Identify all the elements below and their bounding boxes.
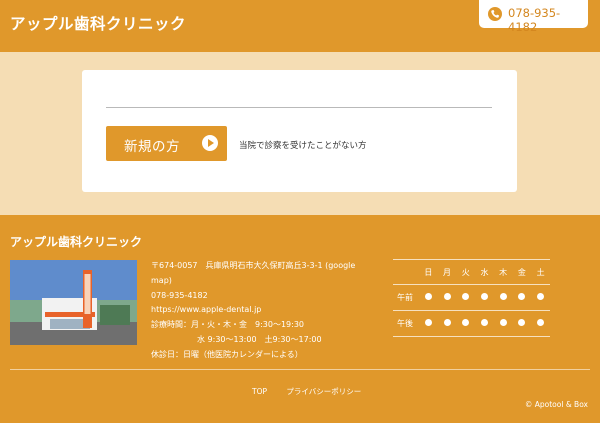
website-link[interactable]: https://www.apple-dental.jp [151,303,387,318]
site-footer: アップル歯科クリニック 〒674-0057 兵庫県明石市大久保町高丘3-3-1 … [0,215,600,423]
day-label: 土 [531,259,550,285]
booking-card: 新規の方 当院で診察を受けたことがない方 [82,70,517,192]
day-label: 日 [419,259,438,285]
open-dot [424,293,432,300]
new-patient-button[interactable]: 新規の方 [106,126,227,161]
open-dot [443,319,451,326]
open-dot [518,319,526,326]
hours-line-2: 水 9:30〜13:00 土9:30〜17:00 [197,334,322,344]
schedule-table: 日 月 火 水 木 金 土 午前 午後 [393,259,550,337]
row-label: 午前 [393,284,419,311]
phone-button[interactable]: 078-935-4182 [479,0,588,34]
site-header: アップル歯科クリニック 078-935-4182 [0,0,600,52]
schedule-row-morning: 午前 [393,284,550,311]
phone-number: 078-935-4182 [508,6,561,34]
address-map-link[interactable]: map) [151,274,387,289]
copyright: © Apotool & Box [524,400,588,409]
schedule-header-row: 日 月 火 水 木 金 土 [393,259,550,285]
open-dot [462,319,470,326]
day-label: 月 [437,259,457,285]
new-patient-label: 新規の方 [124,139,180,155]
footer-link-top[interactable]: TOP [252,387,267,396]
open-dot [537,319,545,326]
open-dot [480,293,488,300]
day-label: 火 [456,259,476,285]
open-dot [480,319,488,326]
new-patient-description: 当院で診察を受けたことがない方 [239,141,367,151]
divider [106,107,492,108]
footer-phone[interactable]: 078-935-4182 [151,289,387,304]
brand-logo-text[interactable]: アップル歯科クリニック [10,12,186,34]
play-circle-icon [202,135,218,151]
footer-link-privacy[interactable]: プライバシーポリシー [286,387,361,396]
row-label: 午後 [393,310,419,337]
open-dot [424,319,432,326]
schedule-row-afternoon: 午後 [393,310,550,337]
open-dot [462,293,470,300]
closed-days: 休診日：日曜（他医院カレンダーによる） [151,349,303,359]
open-dot [518,293,526,300]
day-label: 水 [475,259,494,285]
open-dot [537,293,545,300]
clinic-info: 〒674-0057 兵庫県明石市大久保町高丘3-3-1 (google map)… [151,259,387,363]
open-dot [499,293,507,300]
open-dot [499,319,507,326]
hours-line-1: 診療時間：月・火・木・金 9:30〜19:30 [151,320,305,330]
address: 〒674-0057 兵庫県明石市大久保町高丘3-3-1 (google [151,261,356,270]
clinic-photo [10,260,137,345]
open-dot [443,293,451,300]
footer-title: アップル歯科クリニック [10,235,143,249]
footer-links: TOP プライバシーポリシー [252,386,378,397]
footer-divider [10,369,590,370]
day-label: 金 [512,259,532,285]
day-label: 木 [493,259,513,285]
phone-icon [488,7,502,21]
